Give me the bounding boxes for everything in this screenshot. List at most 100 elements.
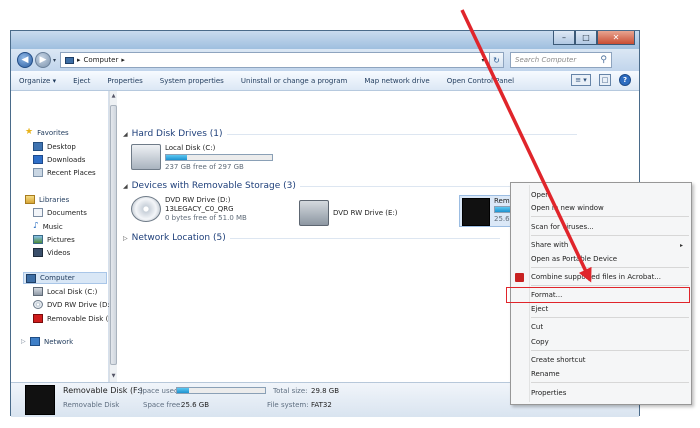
system-properties-button[interactable]: System properties [160,77,224,85]
format-highlight-box [506,287,690,303]
back-button[interactable]: ◀ [17,52,33,68]
uninstall-program-button[interactable]: Uninstall or change a program [241,77,348,85]
file-system-value: FAT32 [311,401,332,409]
menu-item-share-with[interactable]: Share with [531,241,568,249]
help-icon[interactable]: ? [619,74,631,86]
change-view-icon[interactable]: ≡ ▾ [571,74,591,86]
expand-chevron-icon[interactable]: ▷ [21,338,26,345]
network-icon [30,337,40,346]
nav-favorites[interactable]: ★ Favorites [25,128,69,137]
nav-desktop[interactable]: Desktop [33,142,76,151]
minimize-button[interactable]: – [553,31,575,45]
menu-item-scan-viruses[interactable]: Scan for viruses... [531,223,594,231]
details-name: Removable Disk (F:) [63,386,143,395]
drive-dvd-e[interactable]: DVD RW Drive (E:) [299,198,409,226]
forward-arrow-icon: ▶ [39,55,47,65]
space-used-fill [177,388,190,393]
scroll-down-icon[interactable]: ▼ [110,373,117,379]
nav-pictures[interactable]: Pictures [33,235,75,244]
breadcrumb-computer[interactable]: Computer [84,56,119,64]
properties-button[interactable]: Properties [107,77,142,85]
menu-item-combine-acrobat[interactable]: Combine supported files in Acrobat... [531,273,661,281]
nav-dvd-drive[interactable]: DVD RW Drive (D: [33,300,109,309]
menu-item-eject[interactable]: Eject [531,305,548,313]
command-bar: Organize ▾ Eject Properties System prope… [11,71,639,91]
disc-label: 13LEGACY_C0_QRG [165,205,234,213]
menu-item-cut[interactable]: Cut [531,323,543,331]
space-free-label: Space free: [143,401,183,409]
group-title: Devices with Removable Storage (3) [131,181,296,191]
nav-computer[interactable]: Computer [23,272,107,284]
open-control-panel-button[interactable]: Open Control Panel [447,77,514,85]
file-system-label: File system: [267,401,309,409]
close-button[interactable]: ✕ [597,31,635,45]
menu-separator [531,382,689,383]
nav-music[interactable]: ♪ Music [33,222,63,231]
menu-item-copy[interactable]: Copy [531,338,549,346]
path-separator: ▸ [77,56,81,64]
scrollbar-thumb[interactable] [110,105,117,365]
nav-downloads[interactable]: Downloads [33,155,85,164]
recent-pages-dropdown[interactable]: ▾ [53,57,56,64]
path-trailing-chevron[interactable]: ▸ [121,56,125,64]
usage-fill [495,207,511,212]
nav-scrollbar[interactable]: ▲ ▼ [109,91,117,382]
nav-label: Recent Places [47,168,96,177]
nav-documents[interactable]: Documents [33,208,87,217]
collapse-triangle-icon[interactable]: ◢ [123,131,128,138]
videos-icon [33,248,43,257]
menu-item-open-portable-device[interactable]: Open as Portable Device [531,255,617,263]
forward-button[interactable]: ▶ [35,52,51,68]
music-icon: ♪ [33,222,39,231]
nav-label: DVD RW Drive (D: [47,300,109,309]
refresh-button[interactable]: ↻ [490,52,505,68]
group-header-network[interactable]: ▷ Network Location (5) [123,233,500,243]
address-dropdown-icon[interactable]: ▾ [477,57,489,64]
dvd-drive-icon [33,300,43,309]
nav-recent-places[interactable]: Recent Places [33,168,96,177]
nav-label: Libraries [39,195,70,204]
maximize-button[interactable]: □ [575,31,597,45]
menu-item-create-shortcut[interactable]: Create shortcut [531,356,586,364]
search-icon[interactable]: ⚲ [600,55,607,65]
map-network-drive-button[interactable]: Map network drive [364,77,429,85]
menu-item-properties[interactable]: Properties [531,389,566,397]
eject-button[interactable]: Eject [73,77,90,85]
nav-removable-disk[interactable]: Removable Disk (I [33,314,109,323]
nav-network[interactable]: ▷ Network [21,337,73,346]
menu-item-rename[interactable]: Rename [531,370,560,378]
nav-libraries[interactable]: Libraries [25,195,69,204]
nav-label: Downloads [47,155,86,164]
expand-triangle-icon[interactable]: ▷ [123,235,128,242]
back-arrow-icon: ◀ [21,55,29,65]
collapse-triangle-icon[interactable]: ◢ [123,183,128,190]
nav-label: Local Disk (C:) [47,287,98,296]
nav-videos[interactable]: Videos [33,248,70,257]
address-bar: ◀ ▶ ▾ ▸ Computer ▸ ▾ ↻ Search Computer ⚲ [11,49,639,71]
group-divider [229,237,500,239]
desktop-icon [33,142,43,151]
menu-separator [531,235,689,236]
preview-pane-icon[interactable]: □ [599,74,611,86]
title-bar: – □ ✕ [11,31,639,49]
search-input[interactable]: Search Computer ⚲ [510,52,613,68]
scroll-up-icon[interactable]: ▲ [110,93,117,99]
downloads-icon [33,155,43,164]
menu-item-open-new-window[interactable]: Open in new window [531,204,604,212]
organize-button[interactable]: Organize ▾ [19,77,56,85]
menu-separator [531,285,689,286]
nav-local-disk[interactable]: Local Disk (C:) [33,287,109,296]
menu-item-open[interactable]: Open [531,191,550,199]
dvd-disc-icon [131,196,161,222]
removable-disk-icon [33,314,43,323]
dvd-drive-icon [299,200,329,226]
nav-label: Removable Disk (I [47,314,109,323]
group-header-hard-disk[interactable]: ◢ Hard Disk Drives (1) [123,129,577,139]
view-controls: ≡ ▾ □ ? [571,74,631,86]
window-controls: – □ ✕ [553,31,635,45]
drive-local-disk-c[interactable]: Local Disk (C:) 237 GB free of 297 GB [131,144,291,172]
drive-free-space: 0 bytes free of 51.0 MB [165,214,247,222]
drive-dvd-d[interactable]: DVD RW Drive (D:) 13LEGACY_C0_QRG 0 byte… [131,196,281,226]
address-field[interactable]: ▸ Computer ▸ ▾ [60,52,491,68]
space-free-value: 25.6 GB [181,401,210,409]
